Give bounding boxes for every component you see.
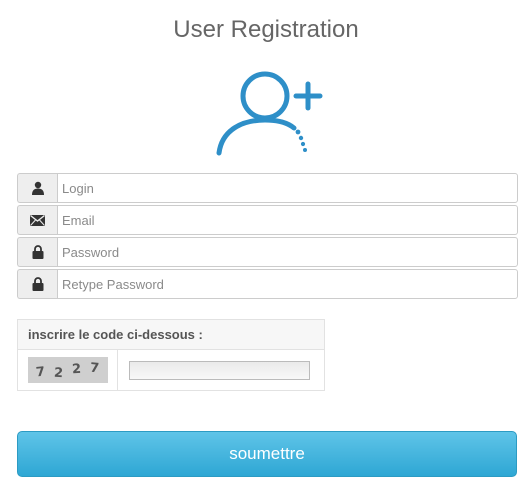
submit-button[interactable]: soumettre	[17, 431, 517, 477]
captcha-digit: 7	[35, 364, 46, 380]
captcha-panel: inscrire le code ci-dessous : 7 2 2 7	[17, 319, 325, 391]
captcha-digit: 7	[89, 360, 100, 376]
captcha-label: inscrire le code ci-dessous :	[18, 320, 324, 350]
lock-icon	[17, 269, 57, 299]
login-input[interactable]	[57, 173, 518, 203]
captcha-digit: 2	[71, 361, 82, 377]
envelope-icon	[17, 205, 57, 235]
add-user-icon	[212, 66, 328, 158]
page-title: User Registration	[173, 16, 359, 43]
retype-password-input[interactable]	[57, 269, 518, 299]
password-field-group	[17, 237, 518, 267]
captcha-image: 7 2 2 7	[27, 357, 108, 383]
email-input[interactable]	[57, 205, 518, 235]
login-field-group	[17, 173, 518, 203]
lock-icon	[17, 237, 57, 267]
user-icon	[17, 173, 57, 203]
retype-password-field-group	[17, 269, 518, 299]
captcha-input[interactable]	[129, 360, 310, 380]
captcha-digit: 2	[53, 365, 64, 381]
password-input[interactable]	[57, 237, 518, 267]
email-field-group	[17, 205, 518, 235]
